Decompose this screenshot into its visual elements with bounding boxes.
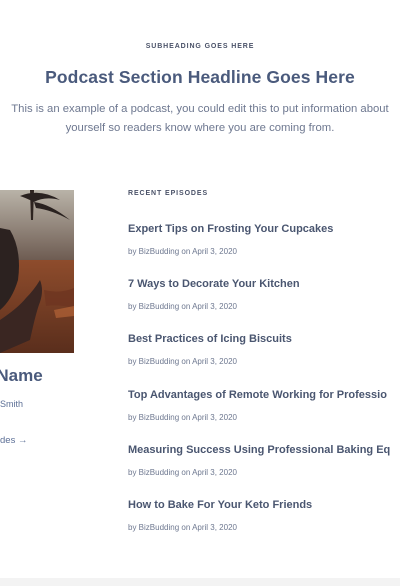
episode-meta: by BizBudding on April 3, 2020 (128, 247, 237, 256)
host-subtitle: Smith (0, 399, 24, 409)
footer-divider (0, 578, 400, 586)
episode-author: BizBudding (138, 467, 180, 477)
episode-author: BizBudding (138, 412, 180, 422)
episode-author: BizBudding (138, 302, 180, 312)
episode-item: 7 Ways to Decorate Your Kitchen by BizBu… (128, 277, 400, 332)
host-photo (0, 190, 74, 353)
episode-date: April 3, 2020 (192, 522, 237, 532)
all-episodes-link[interactable]: des → (0, 435, 27, 446)
episode-meta: by BizBudding on April 3, 2020 (128, 467, 237, 477)
episode-author: BizBudding (138, 247, 180, 256)
episode-date: April 3, 2020 (192, 412, 237, 422)
recent-episodes-label: RECENT EPISODES (128, 190, 209, 197)
episode-date: April 3, 2020 (192, 467, 237, 477)
episode-title-link[interactable]: 7 Ways to Decorate Your Kitchen (128, 277, 400, 291)
subheading: SUBHEADING GOES HERE (145, 43, 255, 50)
episode-author: BizBudding (138, 357, 180, 367)
episode-date: April 3, 2020 (192, 357, 237, 367)
episode-title-link[interactable]: Measuring Success Using Professional Bak… (128, 443, 400, 457)
episode-date: April 3, 2020 (192, 302, 237, 312)
episode-item: Top Advantages of Remote Working for Pro… (128, 388, 400, 443)
episode-item: Expert Tips on Frosting Your Cupcakes by… (128, 222, 400, 277)
episode-item: Best Practices of Icing Biscuits by BizB… (128, 332, 400, 387)
episode-date: April 3, 2020 (192, 247, 237, 256)
episode-item: Measuring Success Using Professional Bak… (128, 443, 400, 498)
host-name: t Name (0, 366, 43, 385)
episode-title-link[interactable]: How to Bake For Your Keto Friends (128, 498, 400, 512)
section-headline: Podcast Section Headline Goes Here (45, 67, 355, 87)
episode-title-link[interactable]: Best Practices of Icing Biscuits (128, 332, 400, 346)
episode-meta: by BizBudding on April 3, 2020 (128, 302, 237, 312)
episode-item: How to Bake For Your Keto Friends by Biz… (128, 498, 400, 553)
episode-meta: by BizBudding on April 3, 2020 (128, 522, 237, 532)
section-intro: This is an example of a podcast, you cou… (11, 103, 389, 134)
episode-meta: by BizBudding on April 3, 2020 (128, 412, 237, 422)
episode-list: Expert Tips on Frosting Your Cupcakes by… (128, 222, 400, 553)
episode-title-link[interactable]: Top Advantages of Remote Working for Pro… (128, 388, 400, 402)
episode-author: BizBudding (138, 522, 180, 532)
episode-title-link[interactable]: Expert Tips on Frosting Your Cupcakes (128, 222, 400, 236)
episode-meta: by BizBudding on April 3, 2020 (128, 357, 237, 367)
